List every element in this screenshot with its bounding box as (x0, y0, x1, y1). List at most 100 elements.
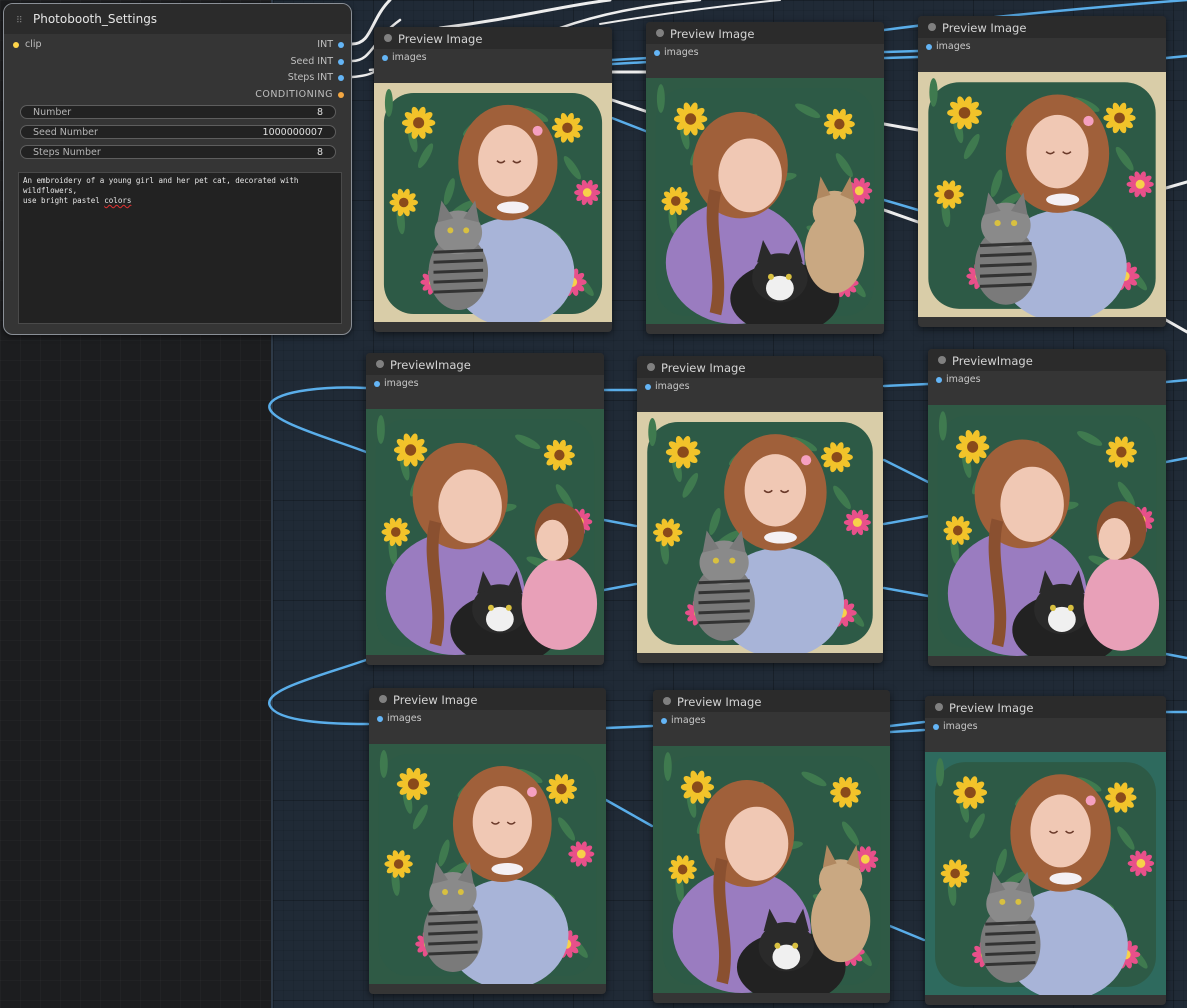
output-steps-dot[interactable] (338, 75, 344, 81)
preview-node-title: Preview Image (949, 701, 1034, 715)
output-int-dot[interactable] (338, 42, 344, 48)
illustration (374, 83, 612, 322)
preview-image-node-4[interactable]: PreviewImage images (366, 353, 604, 665)
preview-image-node-2[interactable]: Preview Image images (646, 22, 884, 334)
images-input-label: images (392, 52, 427, 63)
preview-image (646, 78, 884, 324)
widget-label: Seed Number (33, 127, 98, 138)
prompt-line-2: use bright pastel colors (23, 196, 337, 206)
preview-node-title-bar[interactable]: Preview Image (925, 696, 1166, 718)
preview-image-node-8[interactable]: Preview Image images (653, 690, 890, 1003)
preview-node-title-bar[interactable]: Preview Image (646, 22, 884, 44)
seed-number-widget[interactable]: Seed Number 1000000007 (20, 125, 336, 139)
prompt-textarea[interactable]: An embroidery of a young girl and her pe… (18, 172, 342, 324)
illustration (925, 752, 1166, 995)
collapse-dot-icon[interactable] (935, 703, 943, 711)
collapse-dot-icon[interactable] (938, 356, 946, 364)
preview-image (374, 83, 612, 322)
collapse-dot-icon[interactable] (384, 34, 392, 42)
preview-node-title-bar[interactable]: Preview Image (653, 690, 890, 712)
collapse-dot-icon[interactable] (647, 363, 655, 371)
preview-node-title-bar[interactable]: Preview Image (374, 27, 612, 49)
widget-label: Number (33, 107, 72, 118)
preview-image (369, 744, 606, 984)
preview-image (918, 72, 1166, 317)
preview-image-node-6[interactable]: PreviewImage images (928, 349, 1166, 666)
preview-node-title-bar[interactable]: PreviewImage (366, 353, 604, 375)
images-input-label: images (387, 713, 422, 724)
widget-value: 1000000007 (262, 127, 323, 138)
preview-node-title-bar[interactable]: Preview Image (918, 16, 1166, 38)
output-conditioning-label: CONDITIONING (255, 89, 333, 100)
illustration (646, 78, 884, 324)
images-input-label: images (664, 47, 699, 58)
preview-node-title-bar[interactable]: Preview Image (369, 688, 606, 710)
widget-value: 8 (316, 147, 323, 158)
images-input-label: images (655, 381, 690, 392)
preview-image-node-7[interactable]: Preview Image images (369, 688, 606, 994)
illustration (369, 744, 606, 984)
clip-input-label: clip (25, 39, 42, 50)
images-input-label: images (946, 374, 981, 385)
preview-image (637, 412, 883, 653)
collapse-dot-icon[interactable] (379, 695, 387, 703)
output-steps-label: Steps INT (287, 72, 333, 83)
preview-image (928, 405, 1166, 656)
preview-node-title: Preview Image (393, 693, 478, 707)
preview-node-title: PreviewImage (952, 354, 1033, 368)
images-input-label: images (936, 41, 971, 52)
collapse-dot-icon[interactable] (928, 23, 936, 31)
node-title: Photobooth_Settings (33, 12, 158, 26)
collapse-dot-icon[interactable] (376, 360, 384, 368)
preview-image-node-3[interactable]: Preview Image images (918, 16, 1166, 327)
images-input-label: images (384, 378, 419, 389)
illustration (653, 746, 890, 993)
spellcheck-error-word: colors (104, 196, 132, 205)
number-widget[interactable]: Number 8 (20, 105, 336, 119)
images-input-dot[interactable] (926, 44, 932, 50)
preview-node-title-bar[interactable]: PreviewImage (928, 349, 1166, 371)
illustration (918, 72, 1166, 317)
preview-image (366, 409, 604, 655)
images-input-label: images (671, 715, 706, 726)
widget-value: 8 (316, 107, 323, 118)
preview-image-node-5[interactable]: Preview Image images (637, 356, 883, 663)
images-input-dot[interactable] (933, 724, 939, 730)
preview-node-title-bar[interactable]: Preview Image (637, 356, 883, 378)
preview-node-title: Preview Image (677, 695, 762, 709)
preview-node-title: Preview Image (670, 27, 755, 41)
collapse-dot-icon[interactable] (663, 697, 671, 705)
illustration (366, 409, 604, 655)
output-seed-dot[interactable] (338, 59, 344, 65)
output-seed-label: Seed INT (290, 56, 333, 67)
images-input-label: images (943, 721, 978, 732)
preview-node-title: Preview Image (942, 21, 1027, 35)
preview-node-title: Preview Image (398, 32, 483, 46)
clip-input-dot[interactable] (13, 42, 19, 48)
preview-image-node-9[interactable]: Preview Image images (925, 696, 1166, 1005)
illustration (928, 405, 1166, 656)
preview-node-title: PreviewImage (390, 358, 471, 372)
images-input-dot[interactable] (377, 716, 383, 722)
output-conditioning-dot[interactable] (338, 92, 344, 98)
preview-image (925, 752, 1166, 995)
output-int-label: INT (317, 39, 333, 50)
preview-image-node-1[interactable]: Preview Image images (374, 27, 612, 332)
images-input-dot[interactable] (661, 718, 667, 724)
photobooth-settings-node[interactable]: ⠿ Photobooth_Settings clip INT Seed INT … (3, 3, 352, 335)
collapse-dot-icon[interactable] (656, 29, 664, 37)
prompt-line-1: An embroidery of a young girl and her pe… (23, 176, 299, 195)
grip-icon[interactable]: ⠿ (16, 16, 23, 26)
images-input-dot[interactable] (374, 381, 380, 387)
illustration (637, 412, 883, 653)
steps-number-widget[interactable]: Steps Number 8 (20, 145, 336, 159)
node-title-bar[interactable]: ⠿ Photobooth_Settings (4, 4, 351, 34)
prompt-line-2-text: use bright pastel (23, 196, 105, 205)
preview-node-title: Preview Image (661, 361, 746, 375)
images-input-dot[interactable] (936, 377, 942, 383)
images-input-dot[interactable] (382, 55, 388, 61)
images-input-dot[interactable] (645, 384, 651, 390)
widget-label: Steps Number (33, 147, 101, 158)
images-input-dot[interactable] (654, 50, 660, 56)
preview-image (653, 746, 890, 993)
